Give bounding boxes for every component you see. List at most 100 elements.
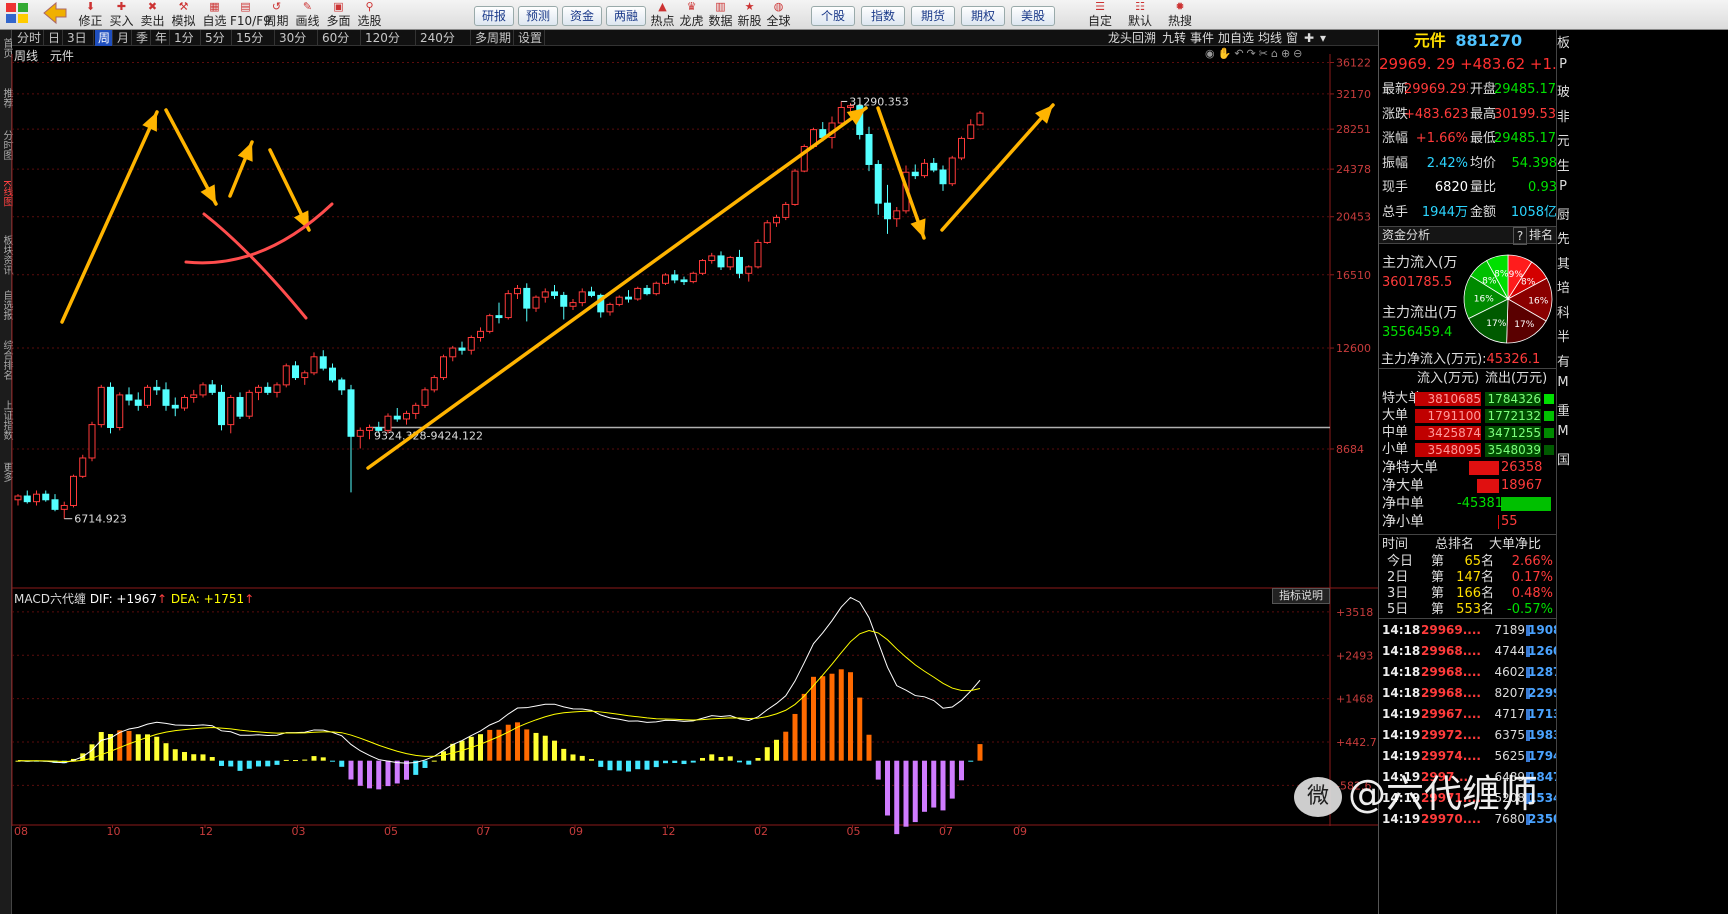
kline-ytick-label: 28251 [1336,123,1371,136]
macd-histogram-bar [635,760,641,770]
far-right-item[interactable]: 玻 [1557,81,1569,100]
kline-candle [569,298,577,310]
net-row-label: 净特大单 [1382,460,1438,476]
far-right-item[interactable]: 元 [1557,130,1569,149]
kline-candle [51,494,59,512]
tick-row: 14:1829968.... 46021287 [1379,662,1556,683]
flow-color-swatch [1544,428,1554,438]
xtick-label: 09 [1013,825,1027,838]
tick-volume: 6375 [1494,728,1525,742]
quote-label: 最高 [1470,106,1497,122]
macd-histogram-bar [542,735,548,761]
far-right-item[interactable]: 培 [1557,277,1569,296]
macd-dif-arrow: ↑ [157,592,168,606]
watermark-text: @六代缠师 [1348,772,1539,816]
kline-chart[interactable]: 36122 32170 28251 24378 20453 16510 12600 8684 3… [0,0,1378,914]
quote-value: 6820 [1434,180,1468,195]
far-right-item[interactable]: 厨 [1557,204,1569,223]
macd-dif: DIF: +1967 [89,592,158,606]
macd-histogram-bar [441,751,446,761]
kline-candle [329,363,336,383]
kline-candle [514,284,521,299]
kline-candle [486,313,494,334]
fund-analysis-title: 资金分析 [1382,228,1431,242]
tick-time: 14:19 [1382,707,1421,721]
kline-candle [162,382,170,411]
far-right-item[interactable]: M [1557,424,1569,439]
macd-histogram-bar [237,760,243,771]
fund-rank-button[interactable]: 排名 [1529,227,1553,243]
drawn-cross-stroke-1 [202,212,308,320]
pie-slice-label: 16% [1528,296,1548,306]
fund-help-button[interactable]: ? [1513,227,1527,245]
kline-candle [532,295,540,312]
kline-candle [967,119,975,140]
macd-histogram-bar [246,760,252,769]
macd-histogram-bar [163,743,169,761]
kline-candle [689,271,697,284]
far-right-item[interactable]: 生 [1557,155,1569,174]
xtick-label: 07 [477,825,491,838]
kline-candle [930,157,938,173]
kline-candle [467,335,475,355]
far-right-item[interactable]: 先 [1557,228,1569,247]
macd-histogram-bar [117,730,123,761]
rank-ratio: 0.48% [1511,586,1553,601]
far-right-item[interactable]: 其 [1557,253,1569,272]
macd-histogram-bar [579,755,585,761]
rank-row: 2日 第 147 名 0.17% [1379,570,1556,586]
kline-candle [356,427,364,449]
flow-row: 小单 3548095 3548039 [1379,441,1556,458]
quote-value: 29485.179 [1494,82,1556,97]
net-row: 净中单 -45381 [1379,495,1556,513]
far-right-item[interactable]: M [1557,375,1569,390]
kline-candle [70,474,77,508]
rank-suffix: 名 [1481,570,1495,585]
kline-candle [578,288,586,307]
quote-value: 30199.539 [1494,106,1556,122]
net-row: 净特大单 26358 [1379,459,1556,477]
rank-header-ratio: 大单净比 [1489,537,1542,552]
kline-candle [14,494,22,506]
indicator-explain-button[interactable]: 指标说明 [1272,588,1330,604]
macd-histogram-bar [505,724,511,761]
far-right-item[interactable]: 有 [1557,351,1569,370]
far-right-item[interactable]: P [1557,57,1569,72]
macd-ytick-label: +3518 [1336,606,1373,619]
macd-histogram-bar [792,713,798,761]
macd-histogram-bar [755,758,761,761]
drawn-arrow-down-1 [164,108,218,206]
macd-histogram-bar [431,760,437,762]
kline-candle [958,136,965,161]
macd-histogram-bar [524,729,530,761]
rank-prefix: 第 [1431,554,1445,569]
tick-time: 14:19 [1382,728,1421,742]
macd-histogram-bar [570,754,576,761]
kline-candle [144,384,151,409]
macd-histogram-bar [764,747,770,761]
far-right-item[interactable]: 科 [1557,302,1569,321]
far-right-item[interactable]: 国 [1557,449,1569,468]
far-right-item[interactable]: 半 [1557,326,1569,345]
drawn-arrow-up-3 [366,106,868,470]
flow-in-value: 3548095 [1415,443,1481,457]
far-right-item[interactable]: 重 [1557,400,1569,419]
kline-candle [754,239,762,269]
far-right-item[interactable]: P [1557,179,1569,194]
tick-volume: 4602 [1494,665,1525,679]
far-right-item[interactable]: 非 [1557,106,1569,125]
tick-amount: 1908 [1528,623,1556,637]
macd-histogram-bar [690,760,696,763]
macd-histogram-bar [228,760,234,767]
quote-row: 最新29969.293开盘29485.179 [1382,79,1556,101]
macd-histogram-bar [727,756,733,761]
macd-ytick-label: +2493 [1336,649,1373,662]
macd-histogram-bar [626,760,631,772]
macd-histogram-bar [940,760,946,811]
macd-histogram-bar [709,754,715,761]
far-right-item[interactable]: 板 [1557,32,1569,51]
rank-number: 147 [1456,570,1481,585]
high-annotation: 31290.353 [849,95,909,108]
rank-number: 65 [1464,554,1481,569]
macd-histogram-bar [376,760,382,790]
